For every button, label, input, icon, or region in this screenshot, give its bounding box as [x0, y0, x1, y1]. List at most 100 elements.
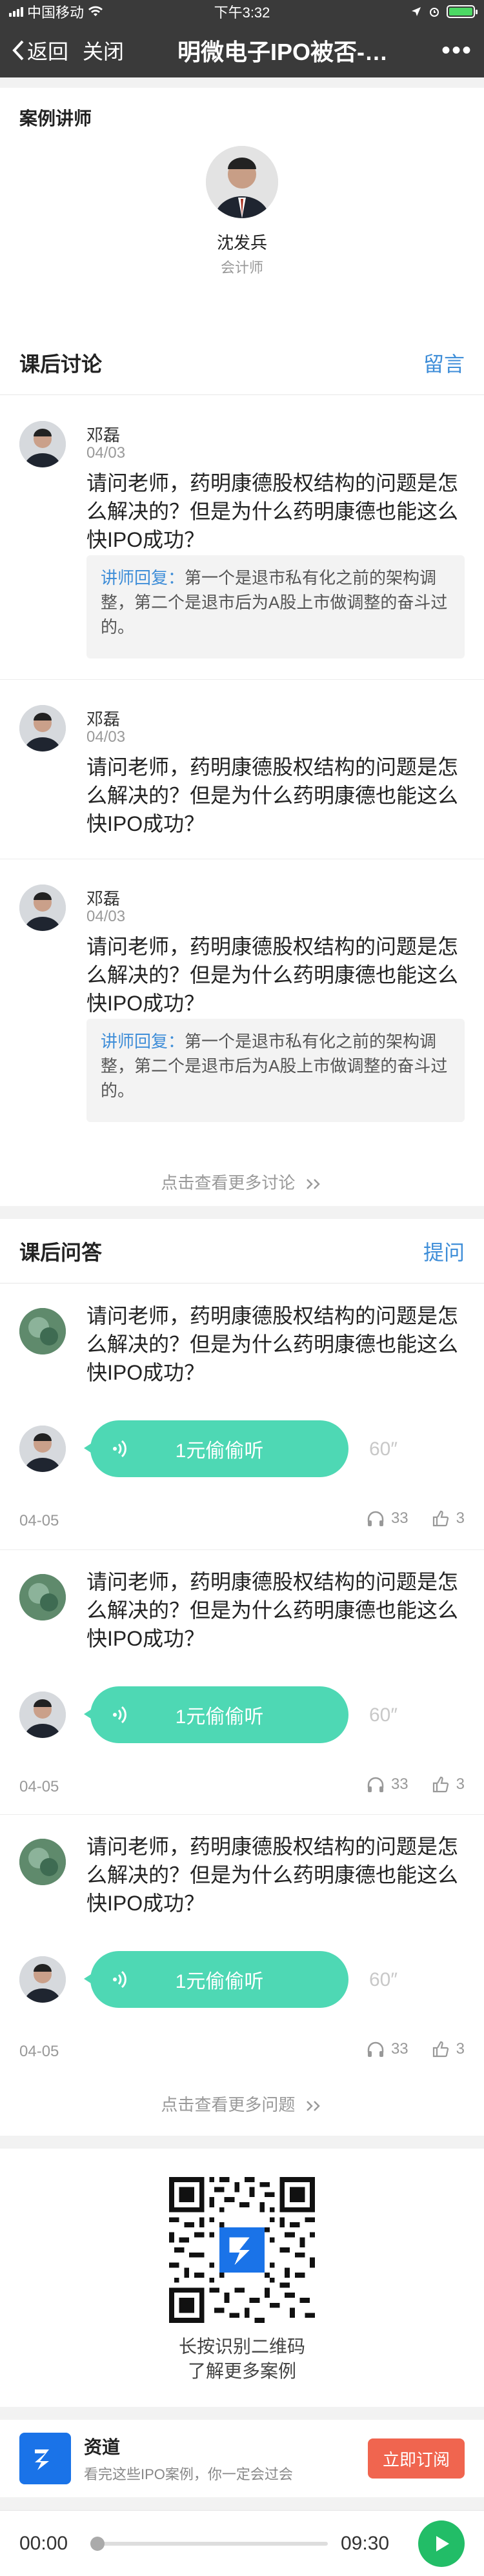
subscribe-button[interactable]: 立即订阅	[368, 2438, 465, 2479]
more-questions-link[interactable]: 点击查看更多问题	[0, 2092, 484, 2116]
location-icon	[412, 7, 421, 16]
page-title: 明微电子IPO被否-…	[177, 39, 388, 65]
discussion-header: 课后讨论 留言	[0, 331, 484, 395]
likes-count: 3	[456, 2040, 465, 2058]
discussion-text: 请问老师，药明康德股权结构的问题是怎么解决的？但是为什么药明康德也能这么快IPO…	[86, 755, 459, 835]
user-avatar[interactable]	[19, 884, 66, 931]
user-name: 邓磊	[86, 425, 121, 445]
likes-stat[interactable]: 3	[432, 2040, 465, 2058]
status-time: 下午3:32	[214, 5, 270, 21]
discussion-title: 课后讨论	[19, 352, 103, 376]
headphones-icon	[367, 1511, 384, 1526]
user-avatar[interactable]	[19, 421, 66, 467]
more-discussions-label: 点击查看更多讨论	[161, 1173, 296, 1192]
audio-answer-button[interactable]: 1元偷偷听	[84, 1420, 348, 1477]
zidao-logo	[19, 2433, 71, 2484]
asker-avatar[interactable]	[19, 1839, 66, 1885]
thumbs-up-icon	[432, 1776, 449, 1793]
user-avatar[interactable]	[19, 705, 66, 751]
lecturer-heading: 案例讲师	[19, 108, 92, 128]
qa-section: 课后问答 提问 请问老师，药明康德股权结构的问题是怎么解决的？但是为什么药明康德…	[0, 1219, 484, 2136]
qa-stats: 33 3	[367, 1509, 465, 1528]
sound-wave-icon	[113, 1706, 126, 1724]
back-button[interactable]: 返回	[12, 36, 68, 65]
leave-message-button[interactable]: 留言	[423, 348, 465, 378]
chevron-left-icon	[12, 40, 24, 61]
answer-date: 04-05	[19, 1512, 59, 1529]
answer-date: 04-05	[19, 2043, 59, 2060]
ask-question-button[interactable]: 提问	[423, 1236, 465, 1266]
total-time: 09:30	[341, 2532, 390, 2554]
lecturer-avatar-small[interactable]	[19, 1426, 66, 1472]
user-name: 邓磊	[86, 889, 121, 908]
lecturer-reply: 讲师回复：第一个是退市私有化之前的架构调整，第二个是退市后为A股上市做调整的奋斗…	[86, 1019, 465, 1122]
asker-avatar[interactable]	[19, 1308, 66, 1354]
audio-answer-button[interactable]: 1元偷偷听	[84, 1686, 348, 1743]
play-button[interactable]	[418, 2520, 465, 2567]
battery-icon	[447, 5, 478, 18]
qa-title: 课后问答	[19, 1240, 103, 1264]
post-date: 04/03	[86, 444, 126, 462]
qa-stats: 33 3	[367, 1775, 465, 1794]
banner-subtitle: 看完这些IPO案例，你一定会过会	[84, 2466, 293, 2482]
asker-avatar[interactable]	[19, 1574, 66, 1620]
likes-stat[interactable]: 3	[432, 1775, 465, 1794]
listens-count: 33	[390, 1775, 408, 1793]
listens-stat[interactable]: 33	[367, 2040, 408, 2058]
signal-icon	[9, 6, 23, 17]
post-date: 04/03	[86, 728, 126, 746]
more-questions-label: 点击查看更多问题	[161, 2095, 296, 2114]
close-button[interactable]: 关闭	[83, 36, 124, 65]
audio-label: 1元偷偷听	[175, 1440, 264, 1462]
lecturer-reply: 讲师回复：第一个是退市私有化之前的架构调整，第二个是退市后为A股上市做调整的奋斗…	[86, 555, 465, 659]
user-name: 邓磊	[86, 710, 121, 729]
headphones-icon	[367, 1777, 384, 1792]
sound-wave-icon	[113, 1440, 126, 1458]
listens-stat[interactable]: 33	[367, 1775, 408, 1794]
lecturer-avatar-small[interactable]	[19, 1692, 66, 1738]
audio-duration: 60″	[369, 1969, 398, 1990]
qa-header: 课后问答 提问	[0, 1219, 484, 1283]
double-chevron-right-icon	[306, 1179, 320, 1190]
thumbs-up-icon	[432, 2041, 449, 2058]
progress-handle[interactable]	[90, 2536, 105, 2551]
qr-caption: 长按识别二维码 了解更多案例	[0, 2335, 484, 2384]
audio-duration: 60″	[369, 1438, 398, 1460]
sound-wave-icon	[113, 1970, 126, 1988]
likes-count: 3	[456, 1775, 465, 1793]
carrier-label: 中国移动	[27, 5, 85, 21]
qa-stats: 33 3	[367, 2040, 465, 2058]
progress-bar[interactable]	[90, 2536, 328, 2551]
likes-count: 3	[456, 1509, 465, 1527]
reply-label: 讲师回复：	[101, 1032, 185, 1051]
lecturer-avatar[interactable]	[206, 146, 278, 218]
more-discussions-link[interactable]: 点击查看更多讨论	[0, 1170, 484, 1194]
headphones-icon	[367, 2041, 384, 2057]
question-text: 请问老师，药明康德股权结构的问题是怎么解决的？但是为什么药明康德也能这么快IPO…	[86, 1570, 459, 1650]
lecturer-name: 沈发兵	[216, 233, 267, 252]
banner-name: 资道	[84, 2437, 121, 2457]
banner-text: 资道 看完这些IPO案例，你一定会过会	[84, 2433, 368, 2484]
top-bar: 中国移动 下午3:32 返回 关闭 明微电子IPO被否-… •••	[0, 0, 484, 77]
post-date: 04/03	[86, 908, 126, 925]
audio-label: 1元偷偷听	[175, 1706, 264, 1728]
double-chevron-right-icon	[306, 2101, 320, 2112]
question-text: 请问老师，药明康德股权结构的问题是怎么解决的？但是为什么药明康德也能这么快IPO…	[86, 1304, 459, 1384]
more-menu-button[interactable]: •••	[441, 36, 472, 65]
qr-code[interactable]	[169, 2177, 315, 2323]
current-time: 00:00	[19, 2532, 68, 2554]
listens-stat[interactable]: 33	[367, 1509, 408, 1528]
status-bar: 中国移动 下午3:32	[0, 0, 484, 23]
qr-caption-line2: 了解更多案例	[187, 2361, 296, 2381]
discussion-section: 课后讨论 留言 邓磊 04/03 请问老师，药明康德股权结构的问题是怎么解决的？…	[0, 331, 484, 1206]
divider	[0, 679, 484, 680]
alarm-icon	[430, 8, 439, 17]
qa-item: 请问老师，药明康德股权结构的问题是怎么解决的？但是为什么药明康德也能这么快IPO…	[0, 1283, 484, 1549]
audio-answer-button[interactable]: 1元偷偷听	[84, 1951, 348, 2008]
audio-duration: 60″	[369, 1704, 398, 1726]
lecturer-avatar-small[interactable]	[19, 1956, 66, 2003]
subscribe-banner: 资道 看完这些IPO案例，你一定会过会 立即订阅	[0, 2420, 484, 2497]
likes-stat[interactable]: 3	[432, 1509, 465, 1528]
answer-date: 04-05	[19, 1778, 59, 1795]
back-label: 返回	[27, 40, 69, 63]
